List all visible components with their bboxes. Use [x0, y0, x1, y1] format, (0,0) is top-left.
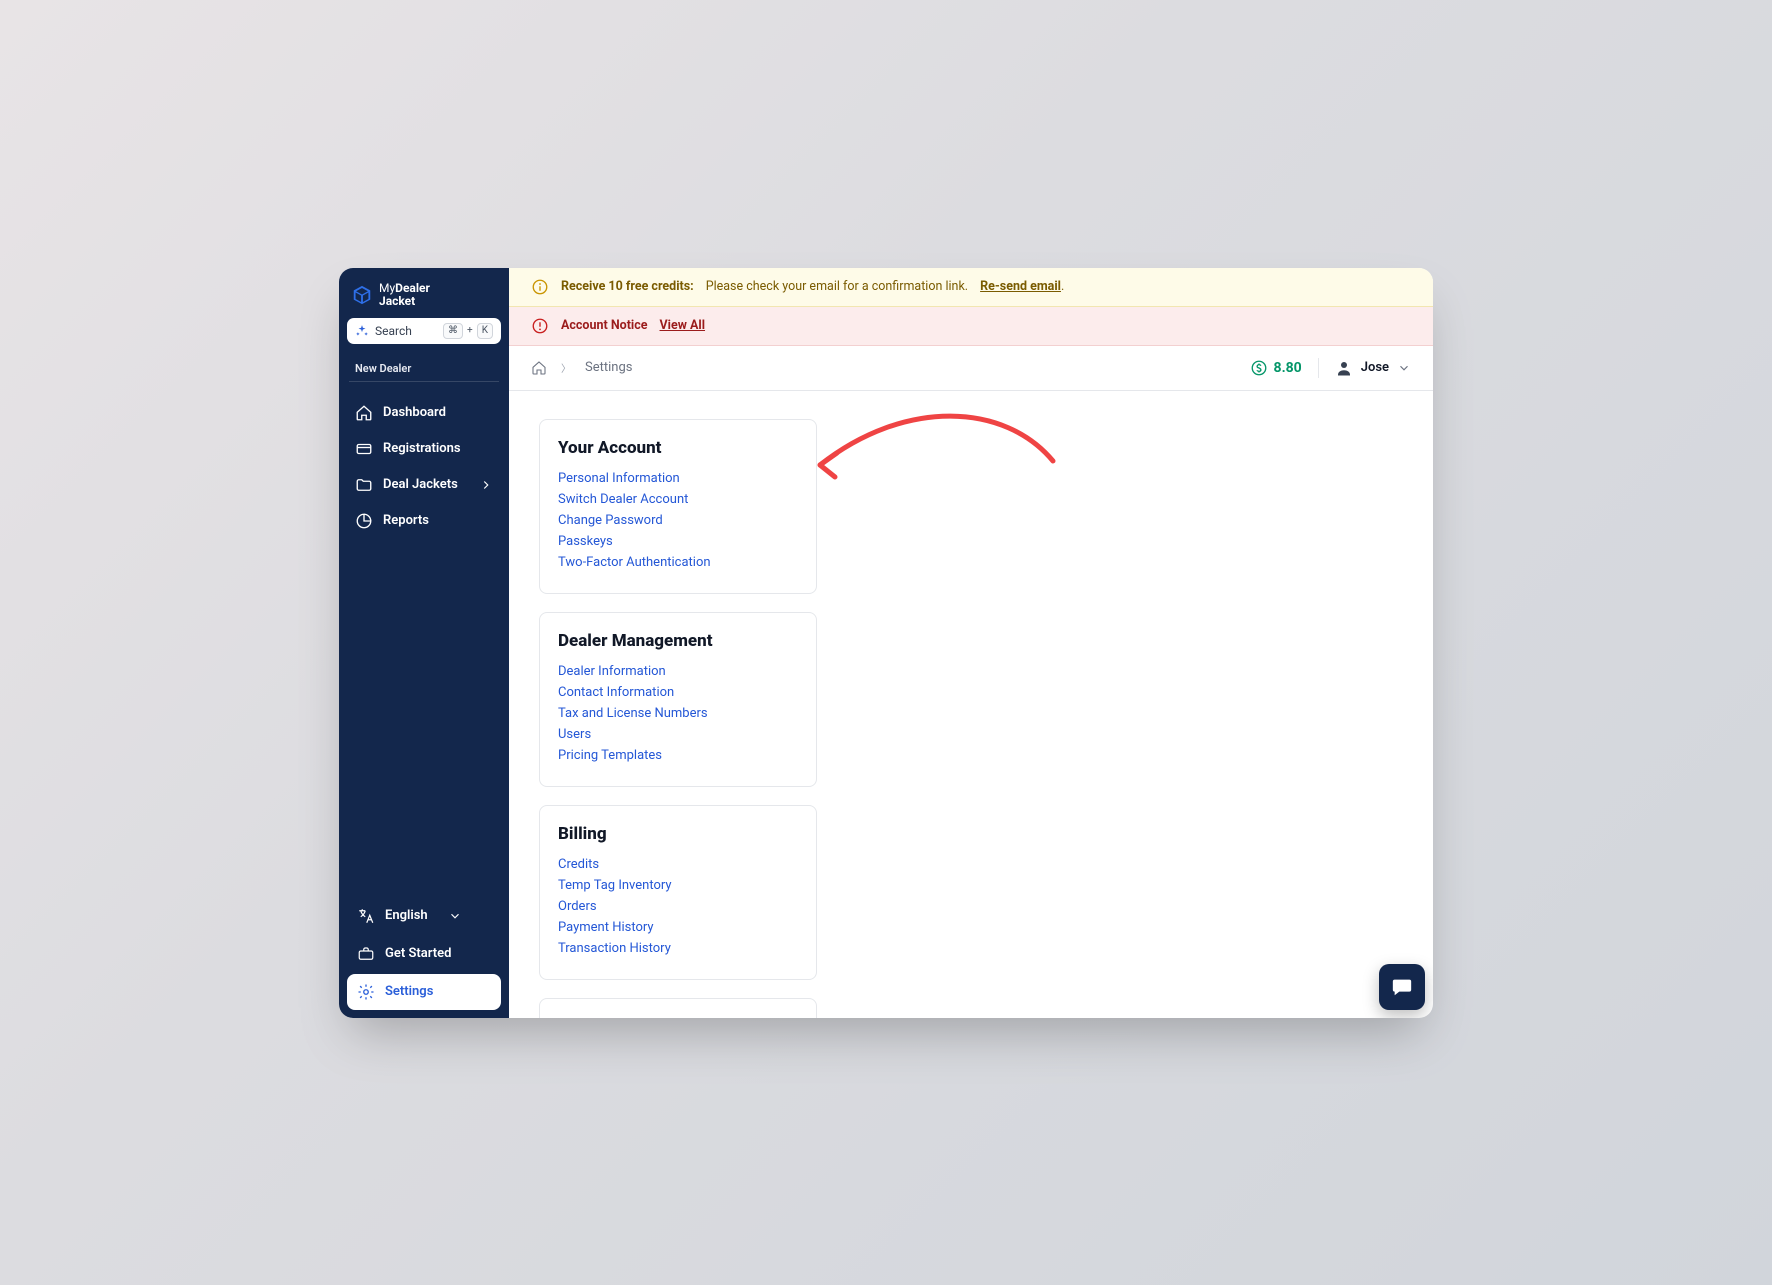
- getstarted-label: Get Started: [385, 946, 451, 961]
- banner-account-notice: Account Notice View All: [509, 307, 1433, 346]
- link-dealer-information[interactable]: Dealer Information: [558, 661, 798, 682]
- link-temp-tag-inventory[interactable]: Temp Tag Inventory: [558, 875, 798, 896]
- search-shortcut: ⌘ + K: [443, 323, 493, 339]
- link-orders[interactable]: Orders: [558, 896, 798, 917]
- link-credits[interactable]: Credits: [558, 854, 798, 875]
- chevron-down-icon: [448, 909, 462, 923]
- settings-label: Settings: [385, 984, 433, 999]
- brand-logo: MyDealer Jacket: [347, 282, 501, 318]
- dollar-icon: [1250, 359, 1268, 377]
- card-icon: [355, 440, 373, 458]
- sidebar-bottom: English Get Started Settings: [347, 898, 501, 1010]
- language-label: English: [385, 908, 428, 923]
- user-name: Jose: [1361, 360, 1389, 375]
- brand-text: MyDealer Jacket: [379, 282, 430, 308]
- briefcase-icon: [357, 945, 375, 963]
- link-contact-information[interactable]: Contact Information: [558, 682, 798, 703]
- link-tax-and-license-numbers[interactable]: Tax and License Numbers: [558, 703, 798, 724]
- link-personal-information[interactable]: Personal Information: [558, 468, 798, 489]
- nav-label: Registrations: [383, 441, 461, 456]
- link-switch-dealer-account[interactable]: Switch Dealer Account: [558, 489, 798, 510]
- sidebar: MyDealer Jacket Search ⌘ + K New Dealer …: [339, 268, 509, 1018]
- chat-button[interactable]: [1379, 964, 1425, 1010]
- link-transaction-history[interactable]: Transaction History: [558, 938, 798, 959]
- banner-title: Account Notice: [561, 318, 648, 333]
- nav-registrations[interactable]: Registrations: [347, 432, 501, 466]
- nav-dealjackets[interactable]: Deal Jackets: [347, 468, 501, 502]
- balance-value: 8.80: [1274, 360, 1302, 376]
- gear-icon: [357, 983, 375, 1001]
- card-customer-service: Customer Service Contact Us: [539, 998, 817, 1018]
- home-icon[interactable]: [531, 360, 547, 376]
- view-all-link[interactable]: View All: [660, 318, 706, 333]
- primary-nav: Dashboard Registrations Deal Jackets Rep…: [347, 396, 501, 538]
- card-dealer-management: Dealer Management Dealer Information Con…: [539, 612, 817, 787]
- breadcrumb-current: Settings: [585, 360, 632, 375]
- banner-credits: Receive 10 free credits: Please check yo…: [509, 268, 1433, 307]
- settings-content: Your Account Personal Information Switch…: [509, 391, 1433, 1018]
- main-content: Receive 10 free credits: Please check yo…: [509, 268, 1433, 1018]
- chevron-down-icon: [1397, 361, 1411, 375]
- link-pricing-templates[interactable]: Pricing Templates: [558, 745, 798, 766]
- search-label: Search: [375, 324, 412, 338]
- user-menu[interactable]: Jose: [1335, 359, 1411, 377]
- card-your-account: Your Account Personal Information Switch…: [539, 419, 817, 594]
- chevron-right-icon: [479, 478, 493, 492]
- card-title: Customer Service: [558, 1017, 798, 1018]
- avatar-icon: [1335, 359, 1353, 377]
- alert-icon: [531, 317, 549, 335]
- card-title: Billing: [558, 824, 798, 844]
- info-icon: [531, 278, 549, 296]
- app-window: MyDealer Jacket Search ⌘ + K New Dealer …: [339, 268, 1433, 1018]
- card-title: Dealer Management: [558, 631, 798, 651]
- nav-settings[interactable]: Settings: [347, 974, 501, 1010]
- nav-label: Dashboard: [383, 405, 446, 420]
- link-users[interactable]: Users: [558, 724, 798, 745]
- language-selector[interactable]: English: [347, 898, 501, 934]
- banner-text: Please check your email for a confirmati…: [706, 279, 968, 294]
- banner-title: Receive 10 free credits:: [561, 279, 694, 294]
- link-payment-history[interactable]: Payment History: [558, 917, 798, 938]
- translate-icon: [357, 907, 375, 925]
- nav-label: Deal Jackets: [383, 477, 458, 492]
- divider: [1318, 358, 1319, 378]
- card-billing: Billing Credits Temp Tag Inventory Order…: [539, 805, 817, 980]
- topbar: 〉 Settings 8.80 Jose: [509, 346, 1433, 391]
- piechart-icon: [355, 512, 373, 530]
- home-icon: [355, 404, 373, 422]
- link-passkeys[interactable]: Passkeys: [558, 531, 798, 552]
- nav-label: Reports: [383, 513, 429, 528]
- nav-reports[interactable]: Reports: [347, 504, 501, 538]
- resend-email-link[interactable]: Re-send email: [980, 279, 1061, 294]
- cube-icon: [351, 284, 373, 306]
- dealer-label: New Dealer: [349, 350, 499, 382]
- sparkle-icon: [355, 324, 369, 338]
- folder-icon: [355, 476, 373, 494]
- link-change-password[interactable]: Change Password: [558, 510, 798, 531]
- link-two-factor-authentication[interactable]: Two-Factor Authentication: [558, 552, 798, 573]
- balance-display[interactable]: 8.80: [1250, 359, 1302, 377]
- breadcrumb: 〉 Settings: [531, 360, 632, 376]
- card-title: Your Account: [558, 438, 798, 458]
- get-started[interactable]: Get Started: [347, 936, 501, 972]
- nav-dashboard[interactable]: Dashboard: [347, 396, 501, 430]
- chevron-right-icon: 〉: [561, 360, 571, 375]
- chat-icon: [1391, 976, 1413, 998]
- search-button[interactable]: Search ⌘ + K: [347, 318, 501, 344]
